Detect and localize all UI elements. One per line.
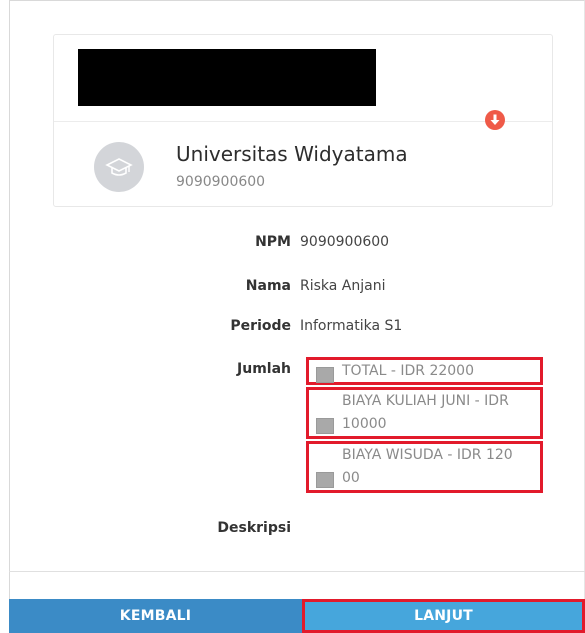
payment-option-biaya-kuliah[interactable]: BIAYA KULIAH JUNI - IDR 10000 [306,387,543,439]
institution-code: 9090900600 [176,174,266,190]
redacted-header [78,49,376,106]
jumlah-label: Jumlah [237,361,291,377]
download-icon[interactable] [485,110,505,130]
nama-label: Nama [245,278,291,294]
checkbox[interactable] [316,472,334,488]
back-button[interactable]: KEMBALI [9,599,302,633]
graduation-cap-icon [94,142,144,192]
checkbox[interactable] [316,367,334,383]
payment-option-label: TOTAL - IDR 22000 [342,363,474,379]
payment-option-label-cont: 10000 [342,416,387,432]
payment-option-label: BIAYA KULIAH JUNI - IDR [342,393,509,409]
payment-option-label: BIAYA WISUDA - IDR 120 [342,447,513,463]
checkbox[interactable] [316,418,334,434]
npm-label: NPM [255,234,291,250]
institution-name: Universitas Widyatama [176,142,408,166]
nama-value: Riska Anjani [300,278,386,294]
card-divider [54,121,552,122]
periode-label: Periode [230,318,291,334]
payment-option-biaya-wisuda[interactable]: BIAYA WISUDA - IDR 120 00 [306,441,543,493]
footer-divider [9,571,585,572]
payment-option-label-cont: 00 [342,470,360,486]
next-button[interactable]: LANJUT [302,599,585,633]
npm-value: 9090900600 [300,234,390,250]
periode-value: Informatika S1 [300,318,403,334]
payment-option-total[interactable]: TOTAL - IDR 22000 [306,357,543,385]
institution-card: Universitas Widyatama 9090900600 [53,34,553,207]
deskripsi-label: Deskripsi [217,520,291,536]
